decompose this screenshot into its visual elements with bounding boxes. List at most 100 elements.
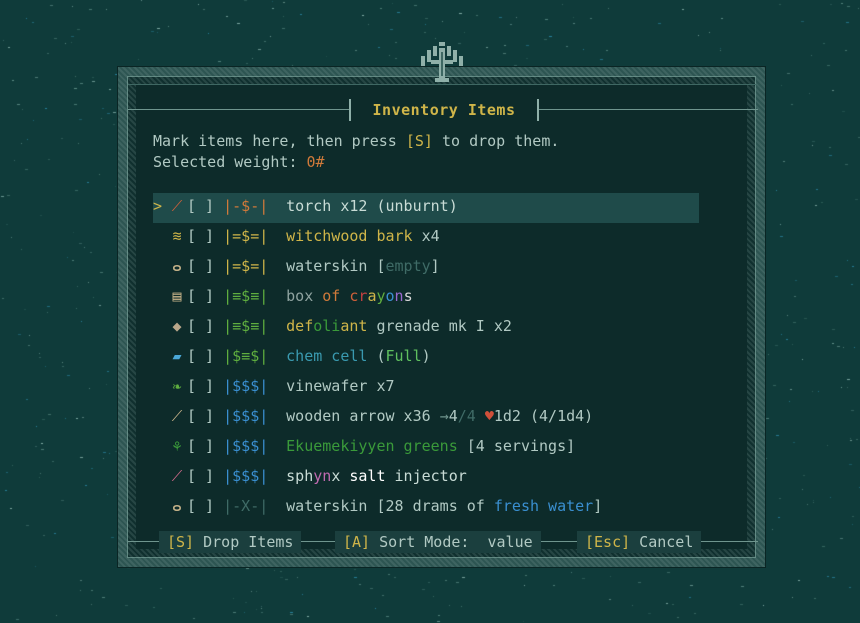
item-name-part: oli — [313, 317, 341, 335]
cancel-key: [Esc] — [585, 533, 631, 551]
row-item-name: witchwood bark x4 — [286, 227, 440, 245]
inventory-row[interactable]: ⴰ [ ] |-X-| waterskin [28 drams of fresh … — [153, 493, 699, 523]
item-name-part: def — [286, 317, 314, 335]
sort-mode-key: [A] — [343, 533, 371, 551]
instructions-text-end: to drop them. — [432, 132, 560, 150]
item-list: > ⟋[ ] |-$-| torch x12 (unburnt) ≋[ ] |=$=… — [153, 193, 699, 523]
inventory-row[interactable]: ◆ [ ] |≡$≡| defoliant grenade mk I x2 — [153, 313, 699, 343]
item-name-part: s — [403, 287, 413, 305]
row-value-rating: |$$$| — [223, 467, 269, 485]
row-checkbox[interactable]: [ ] — [187, 467, 214, 485]
injector-icon: ⟋ — [171, 467, 183, 485]
waterskin-icon: ⴰ — [172, 497, 182, 515]
row-cursor: > — [153, 197, 163, 215]
torch-icon: ⟋ — [171, 197, 183, 215]
row-item-name: wooden arrow x36 →4/4 ♥1d2 (4/1d4) — [286, 407, 593, 425]
item-name-part: ] — [593, 497, 603, 515]
row-item-name: vinewafer x7 — [286, 377, 394, 395]
row-item-name: chem cell (Full) — [286, 347, 431, 365]
item-name-part: ♥ — [484, 407, 494, 425]
item-name-part: 4 — [448, 407, 458, 425]
inventory-row[interactable]: > ⟋[ ] |-$-| torch x12 (unburnt) — [153, 193, 699, 223]
inventory-row[interactable]: ≋ [ ] |=$=| witchwood bark x4 — [153, 223, 699, 253]
item-name-part: → — [439, 407, 449, 425]
row-value-rating: |$$$| — [223, 377, 269, 395]
chem-cell-icon: ▰ — [172, 347, 182, 365]
row-item-name: torch x12 (unburnt) — [286, 197, 458, 215]
inventory-row[interactable]: ⚘ [ ] |$$$| Ekuemekiyyen greens [4 servin… — [153, 433, 699, 463]
inventory-row[interactable]: ▰ [ ] |$≡$| chem cell (Full) — [153, 343, 699, 373]
row-checkbox[interactable]: [ ] — [187, 377, 214, 395]
row-checkbox[interactable]: [ ] — [187, 437, 214, 455]
row-item-name: box of crayons — [286, 287, 412, 305]
bark-icon: ≋ — [172, 227, 182, 245]
row-checkbox[interactable]: [ ] — [187, 197, 214, 215]
item-name-part: of — [322, 287, 350, 305]
row-checkbox[interactable]: [ ] — [187, 497, 214, 515]
row-value-rating: |≡$≡| — [223, 287, 269, 305]
instructions-text: Mark items here, then press — [153, 132, 406, 150]
sort-mode-button[interactable]: [A] Sort Mode: value — [335, 531, 541, 553]
item-name-part: y — [376, 287, 386, 305]
waterskin-icon: ⴰ — [172, 257, 182, 275]
arrow-icon: ⟋ — [171, 407, 183, 425]
inventory-row[interactable]: ⴰ [ ] |=$=| waterskin [empty] — [153, 253, 699, 283]
grenade-icon: ◆ — [172, 317, 182, 335]
row-item-name: waterskin [empty] — [286, 257, 440, 275]
drop-items-button[interactable]: [S] Drop Items — [159, 531, 302, 553]
item-name-part: ) — [421, 347, 431, 365]
row-value-rating: |=$=| — [223, 227, 269, 245]
item-name-part: Ekuemekiyyen greens — [286, 437, 458, 455]
row-value-rating: |$≡$| — [223, 347, 269, 365]
window-title: Inventory Items — [349, 99, 539, 121]
item-name-part: o — [385, 287, 395, 305]
drop-hotkey-hint: [S] — [405, 132, 433, 150]
item-name-part: wooden arrow x36 — [286, 407, 440, 425]
item-name-part: box — [286, 287, 323, 305]
row-checkbox[interactable]: [ ] — [187, 317, 214, 335]
instructions: Mark items here, then press [S] to drop … — [153, 131, 559, 173]
item-name-part: waterskin [28 drams of — [286, 497, 494, 515]
row-item-name: waterskin [28 drams of fresh water] — [286, 497, 602, 515]
drop-items-key: [S] — [167, 533, 195, 551]
item-name-part: ] — [430, 257, 440, 275]
item-name-part: ( — [367, 347, 386, 365]
selected-weight-value: 0# — [306, 153, 325, 171]
crest-icon — [421, 42, 463, 82]
inventory-row[interactable]: ⟋[ ] |$$$| sphynx salt injector — [153, 463, 699, 493]
cancel-label: Cancel — [630, 533, 694, 551]
row-value-rating: |$$$| — [223, 437, 269, 455]
item-name-part: ant — [340, 317, 368, 335]
inventory-row[interactable]: ⟋[ ] |$$$| wooden arrow x36 →4/4 ♥1d2 (4… — [153, 403, 699, 433]
inventory-row[interactable]: ❧ [ ] |$$$| vinewafer x7 — [153, 373, 699, 403]
sort-mode-label: Sort Mode: value — [370, 533, 533, 551]
row-checkbox[interactable]: [ ] — [187, 347, 214, 365]
item-name-part: empty — [385, 257, 431, 275]
row-value-rating: |$$$| — [223, 407, 269, 425]
item-name-part: [4 servings] — [457, 437, 576, 455]
item-name-part: /4 — [457, 407, 485, 425]
item-name-part: injector — [385, 467, 467, 485]
row-item-name: sphynx salt injector — [286, 467, 467, 485]
row-item-name: Ekuemekiyyen greens [4 servings] — [286, 437, 575, 455]
item-name-part: x — [331, 467, 341, 485]
cancel-button[interactable]: [Esc] Cancel — [577, 531, 702, 553]
row-checkbox[interactable]: [ ] — [187, 407, 214, 425]
item-name-part: salt — [340, 467, 386, 485]
item-name-part: Full — [385, 347, 422, 365]
inventory-row[interactable]: ▤ [ ] |≡$≡| box of crayons — [153, 283, 699, 313]
row-value-rating: |=$=| — [223, 257, 269, 275]
item-name-part: witchwood bark — [286, 227, 413, 245]
row-checkbox[interactable]: [ ] — [187, 257, 214, 275]
row-checkbox[interactable]: [ ] — [187, 287, 214, 305]
item-name-part: torch x12 (unburnt) — [286, 197, 458, 215]
row-value-rating: |≡$≡| — [223, 317, 269, 335]
item-name-part: vinewafer x7 — [286, 377, 395, 395]
crayon-box-icon: ▤ — [172, 287, 182, 305]
item-name-part: fresh water — [493, 497, 594, 515]
drop-items-label: Drop Items — [194, 533, 294, 551]
row-checkbox[interactable]: [ ] — [187, 227, 214, 245]
item-name-part: sph — [286, 467, 314, 485]
item-name-part: 1d2 (4/1d4) — [493, 407, 594, 425]
item-name-part: chem cell — [286, 347, 368, 365]
